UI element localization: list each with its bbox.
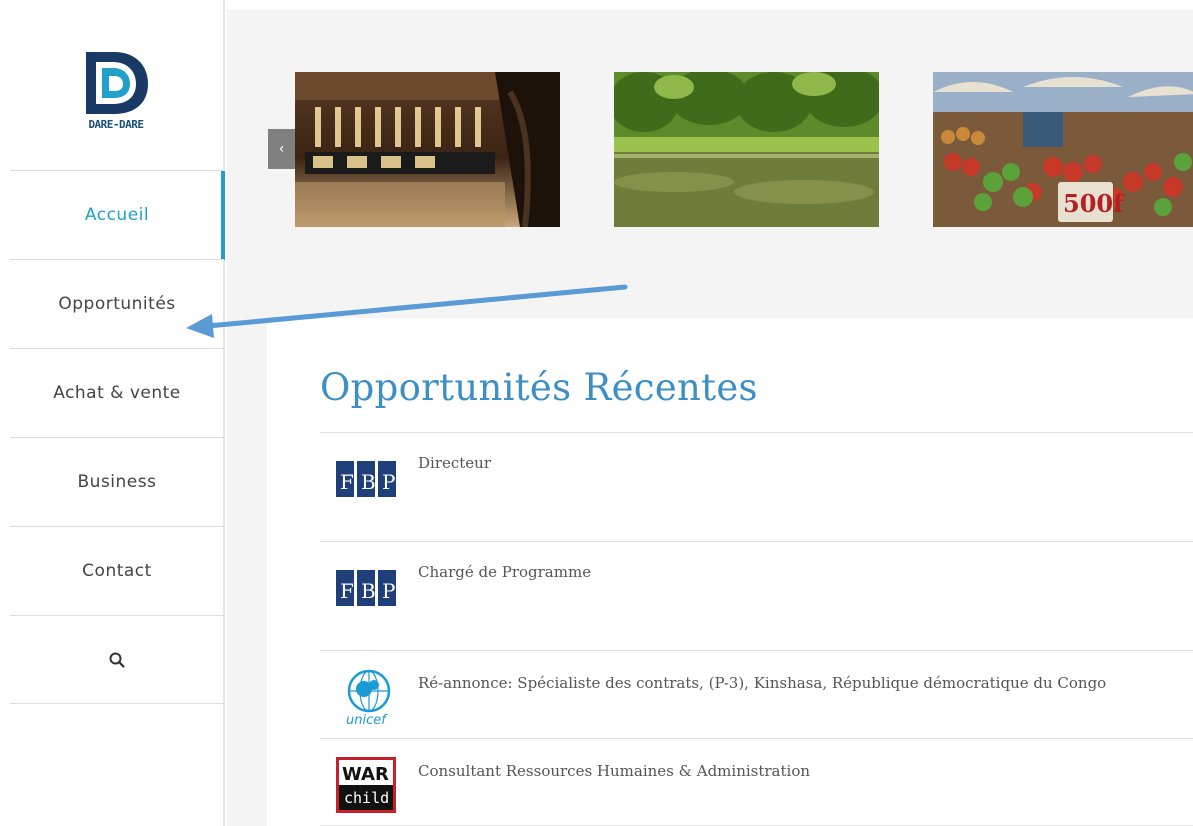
fbp-letter-f: F — [340, 470, 354, 494]
opportunity-title[interactable]: Chargé de Programme — [418, 560, 1138, 585]
nav-item-achat-vente[interactable]: Achat & vente — [10, 348, 224, 437]
nav-item-contact[interactable]: Contact — [10, 526, 224, 615]
opportunities-list: F B P Directeur F B P Chargé de Programm… — [320, 432, 1193, 826]
sidebar: DARE-DARE Accueil Opportunités Achat & v… — [0, 0, 225, 826]
opportunity-title[interactable]: Ré-annonce: Spécialiste des contrats, (P… — [418, 671, 1138, 696]
list-item[interactable]: unicef Ré-annonce: Spécialiste des contr… — [320, 650, 1193, 738]
park-lake-image[interactable] — [614, 72, 879, 227]
nav-item-opportunites[interactable]: Opportunités — [10, 259, 224, 348]
main-nav: Accueil Opportunités Achat & vente Busin… — [10, 170, 225, 704]
search-icon — [109, 652, 125, 668]
main-area: ‹ 500f Opportunités Récentes F B P Direc… — [227, 10, 1193, 826]
list-item[interactable]: F B P Directeur — [320, 432, 1193, 541]
unicef-logo: unicef — [336, 667, 406, 728]
list-item[interactable]: WAR child Consultant Ressources Humaines… — [320, 738, 1193, 826]
war-child-line2: child — [344, 789, 389, 807]
list-item[interactable]: F B P Chargé de Programme — [320, 541, 1193, 650]
hotel-lobby-image[interactable] — [295, 72, 560, 227]
image-carousel: ‹ 500f — [227, 10, 1193, 318]
unicef-wordmark: unicef — [346, 713, 388, 727]
fbp-logo: F B P — [336, 566, 400, 622]
opportunity-title[interactable]: Consultant Ressources Humaines & Adminis… — [418, 759, 1138, 784]
section-title: Opportunités Récentes — [320, 366, 758, 409]
chevron-left-icon: ‹ — [278, 141, 285, 157]
war-child-logo: WAR child — [336, 757, 396, 813]
market-vegetables-image[interactable]: 500f — [933, 72, 1193, 227]
fbp-logo: F B P — [336, 457, 400, 513]
war-child-line1: WAR — [342, 764, 389, 785]
nav-search-button[interactable] — [10, 615, 224, 704]
fbp-letter-p: P — [382, 579, 395, 603]
svg-text:500f: 500f — [1063, 189, 1125, 218]
fbp-letter-p: P — [382, 470, 395, 494]
carousel-prev-button[interactable]: ‹ — [268, 129, 295, 169]
brand-name: DARE-DARE — [88, 118, 144, 131]
fbp-letter-b: B — [361, 579, 376, 603]
nav-item-accueil[interactable]: Accueil — [10, 170, 225, 260]
brand-logo-mark — [86, 52, 148, 114]
fbp-letter-f: F — [340, 579, 354, 603]
opportunity-title[interactable]: Directeur — [418, 451, 1138, 476]
brand-logo[interactable]: DARE-DARE — [80, 48, 152, 134]
content-panel: Opportunités Récentes F B P Directeur F … — [267, 318, 1193, 826]
fbp-letter-b: B — [361, 470, 376, 494]
nav-item-business[interactable]: Business — [10, 437, 224, 526]
